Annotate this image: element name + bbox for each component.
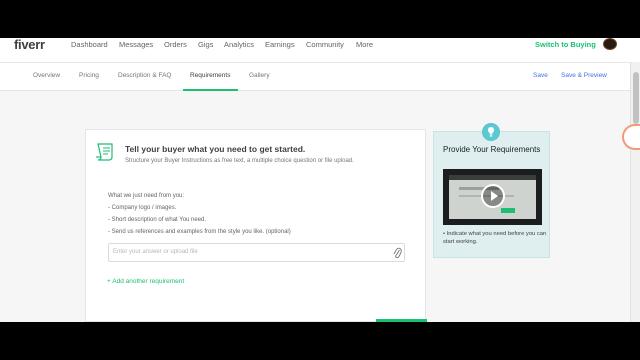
nav-earnings[interactable]: Earnings — [265, 40, 295, 49]
fiverr-logo[interactable]: fiverr — [14, 38, 45, 52]
tips-note: • Indicate what you need before you can … — [443, 231, 547, 245]
scrollbar-thumb[interactable] — [633, 72, 639, 124]
requirement-line: - Company logo / images. — [108, 205, 177, 211]
paperclip-icon[interactable] — [393, 247, 402, 259]
top-navigation: fiverr Dashboard Messages Orders Gigs An… — [0, 38, 640, 62]
tutorial-video[interactable] — [443, 169, 542, 225]
requirement-line: - Short description of what You need. — [108, 217, 207, 223]
answer-input-placeholder: Enter your answer or upload file — [113, 249, 198, 255]
tab-description-faq[interactable]: Description & FAQ — [118, 72, 171, 79]
page-scrollbar[interactable] — [630, 62, 640, 322]
user-avatar[interactable] — [603, 38, 617, 50]
checklist-icon — [96, 143, 113, 161]
save-preview-button[interactable]: Save & Preview — [561, 72, 607, 79]
switch-to-buying-link[interactable]: Switch to Buying — [535, 40, 596, 49]
add-requirement-link[interactable]: + Add another requirement — [107, 278, 184, 285]
tab-pricing[interactable]: Pricing — [79, 72, 99, 79]
continue-button[interactable] — [376, 319, 427, 322]
nav-analytics[interactable]: Analytics — [224, 40, 254, 49]
requirements-card: Tell your buyer what you need to get sta… — [85, 129, 426, 322]
nav-gigs[interactable]: Gigs — [198, 40, 213, 49]
requirement-line: What we just need from you: — [108, 193, 185, 199]
gig-editor-tabs: Overview Pricing Description & FAQ Requi… — [0, 62, 630, 91]
card-title: Tell your buyer what you need to get sta… — [125, 144, 306, 154]
save-button[interactable]: Save — [533, 72, 548, 79]
lightbulb-icon — [482, 123, 500, 141]
tab-overview[interactable]: Overview — [33, 72, 60, 79]
nav-messages[interactable]: Messages — [119, 40, 153, 49]
add-requirement-label: Add another requirement — [112, 278, 185, 285]
nav-orders[interactable]: Orders — [164, 40, 187, 49]
nav-more[interactable]: More — [356, 40, 373, 49]
requirement-line: - Send us references and examples from t… — [108, 229, 291, 235]
card-subtitle: Structure your Buyer Instructions as fre… — [125, 158, 354, 164]
plus-icon: + — [107, 278, 111, 285]
tab-gallery[interactable]: Gallery — [249, 72, 270, 79]
answer-input-field[interactable]: Enter your answer or upload file — [108, 243, 405, 262]
play-icon[interactable] — [481, 184, 505, 208]
nav-community[interactable]: Community — [306, 40, 344, 49]
app-frame: fiverr Dashboard Messages Orders Gigs An… — [0, 38, 640, 322]
tab-requirements[interactable]: Requirements — [190, 72, 230, 79]
tips-card: Provide Your Requirements • Indicate wha… — [433, 123, 550, 258]
tips-title: Provide Your Requirements — [443, 145, 541, 154]
nav-dashboard[interactable]: Dashboard — [71, 40, 108, 49]
active-tab-indicator — [183, 89, 238, 91]
help-bubble-icon[interactable] — [622, 124, 640, 150]
